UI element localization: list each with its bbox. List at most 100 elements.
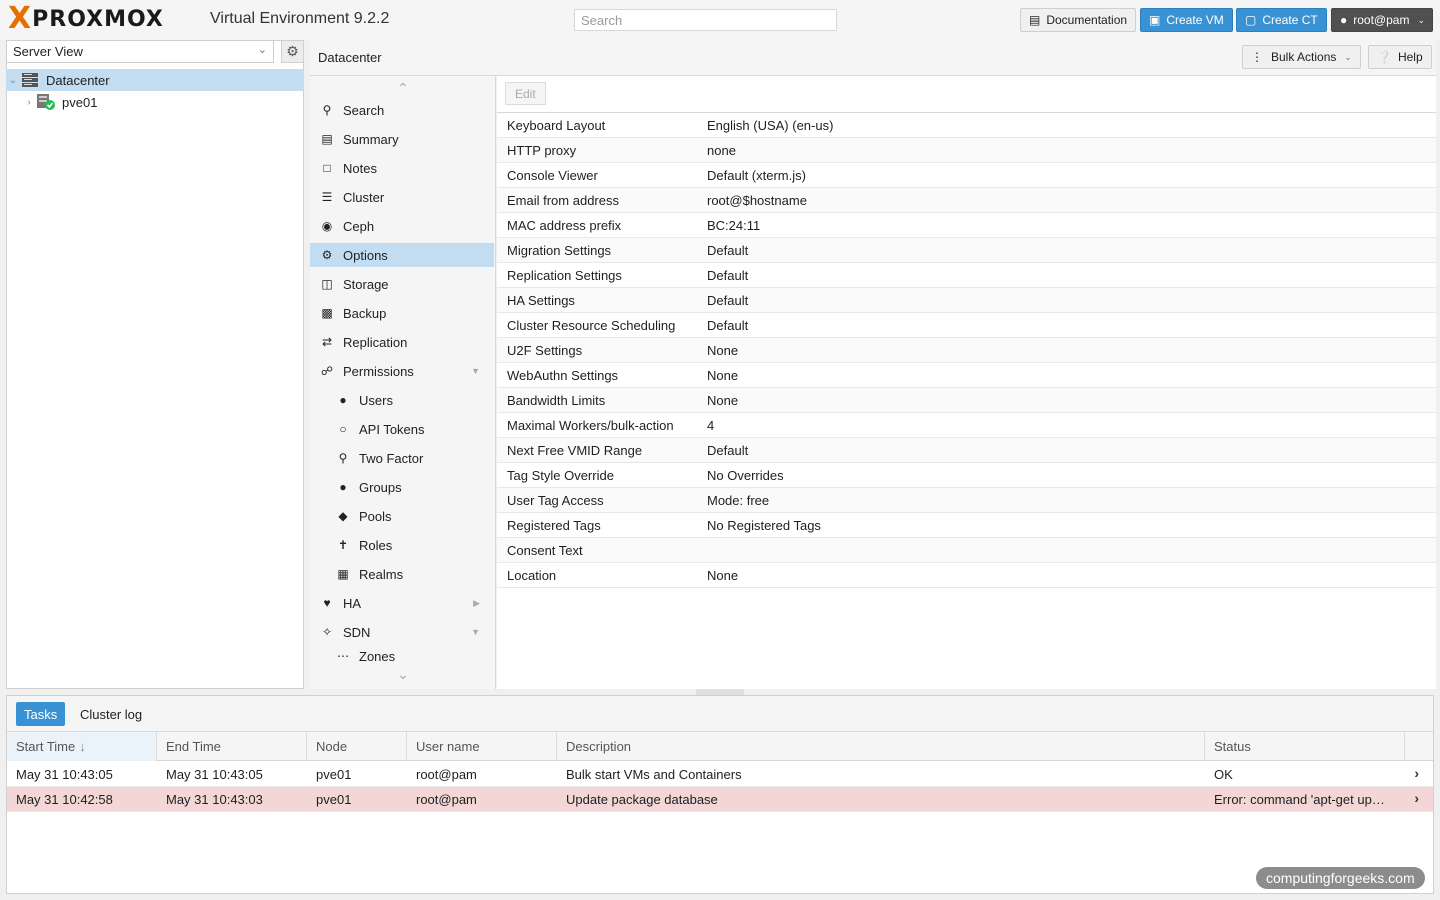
nav-item-options[interactable]: ⚙ Options [310,243,494,267]
nav-item-notes[interactable]: □ Notes [310,156,494,180]
options-row[interactable]: Replication Settings Default [497,263,1436,288]
nav-item-users[interactable]: ● Users [310,388,494,412]
options-row[interactable]: Email from address root@$hostname [497,188,1436,213]
options-panel: Edit Keyboard Layout English (USA) (en-us… [497,76,1436,689]
options-row[interactable]: U2F Settings None [497,338,1436,363]
option-value: None [707,342,739,358]
nav-item-storage[interactable]: ◫ Storage [310,272,494,296]
options-row[interactable]: User Tag Access Mode: free [497,488,1436,513]
option-key: HTTP proxy [507,142,577,158]
option-key: Consent Text [507,542,583,558]
task-cell-user: root@pam [416,767,477,782]
options-row[interactable]: Location None [497,563,1436,588]
option-key: Tag Style Override [507,467,614,483]
option-key: Keyboard Layout [507,117,606,133]
view-selector[interactable]: Server View ⌄ [6,40,274,63]
options-row[interactable]: Consent Text [497,538,1436,563]
tree-settings-button[interactable]: ⚙ [281,40,304,63]
resource-tree: ⌄ Datacenter › pve01 [6,69,304,113]
nav-item-ha[interactable]: ♥ HA ▶ [310,591,494,615]
user-icon: ● [339,393,347,407]
option-key: Maximal Workers/bulk-action [507,417,674,433]
tasks-tab-bar: Tasks Cluster log [7,696,1433,731]
task-cell-status: OK [1214,767,1233,782]
create-ct-button[interactable]: ▢ Create CT [1236,8,1327,32]
option-key: Console Viewer [507,167,598,183]
retweet-icon: ⇄ [321,335,333,349]
option-value: Default [707,267,749,283]
option-value: None [707,392,739,408]
option-value: None [707,567,739,583]
scroll-up-icon[interactable]: ⌃ [310,80,495,97]
nav-item-roles[interactable]: ✝ Roles [310,533,494,557]
nav-item-replication[interactable]: ⇄ Replication [310,330,494,354]
task-cell-description: Bulk start VMs and Containers [566,767,742,782]
chevron-right-icon[interactable]: › [1414,790,1419,806]
user-icon: ● [1340,13,1348,27]
nav-item-search[interactable]: ⚲ Search [310,98,494,122]
options-row[interactable]: MAC address prefix BC:24:11 [497,213,1436,238]
column-status[interactable]: Status [1205,732,1405,761]
option-key: Replication Settings [507,267,622,283]
tree-item-datacenter[interactable]: ⌄ Datacenter [6,69,304,91]
scroll-down-icon[interactable]: ⌄ [310,666,495,689]
help-button[interactable]: ❔ Help [1368,45,1432,69]
tasks-grid-header: Start Time ↓ End Time Node User name Desc… [7,731,1433,761]
proxmox-logo: X PROXMOX [8,1,164,36]
nav-item-sdn[interactable]: ✧ SDN ▼ [310,620,494,644]
column-user-name[interactable]: User name [407,732,557,761]
options-row[interactable]: Keyboard Layout English (USA) (en-us) [497,113,1436,138]
option-value: No Registered Tags [707,517,821,533]
options-row[interactable]: Tag Style Override No Overrides [497,463,1436,488]
column-end-time[interactable]: End Time [157,732,307,761]
task-cell-start: May 31 10:43:05 [16,767,113,782]
column-description[interactable]: Description [557,732,1205,761]
nav-item-summary[interactable]: ▤ Summary [310,127,494,151]
task-row[interactable]: May 31 10:42:58 May 31 10:43:03 pve01 root@… [7,787,1433,812]
nav-item-ceph[interactable]: ◉ Ceph [310,214,494,238]
nav-item-permissions[interactable]: ☍ Permissions ▼ [310,359,494,383]
column-start-time[interactable]: Start Time ↓ [7,732,157,761]
product-version: Virtual Environment 9.2.2 [210,10,390,27]
bulk-actions-button[interactable]: ⋮ Bulk Actions ⌄ [1242,45,1361,69]
options-row[interactable]: HA Settings Default [497,288,1436,313]
address-book-icon: ▦ [337,567,349,581]
nav-item-two-factor[interactable]: ⚲ Two Factor [310,446,494,470]
create-vm-button[interactable]: ▣ Create VM [1140,8,1233,32]
option-value: Default [707,292,749,308]
user-menu-button[interactable]: ● root@pam ⌄ [1331,8,1433,32]
task-cell-status: Error: command 'apt-get up… [1214,792,1385,807]
nav-item-cluster[interactable]: ☰ Cluster [310,185,494,209]
tab-tasks[interactable]: Tasks [16,702,66,726]
search-input[interactable]: Search [574,9,837,31]
nav-item-realms[interactable]: ▦ Realms [310,562,494,586]
users-icon: ● [339,480,347,494]
options-row[interactable]: HTTP proxy none [497,138,1436,163]
book-icon: ▤ [1029,13,1041,27]
options-row[interactable]: Maximal Workers/bulk-action 4 [497,413,1436,438]
options-row[interactable]: Next Free VMID Range Default [497,438,1436,463]
nav-item-backup[interactable]: ▩ Backup [310,301,494,325]
nav-item-groups[interactable]: ● Groups [310,475,494,499]
nav-item-api-tokens[interactable]: ○ API Tokens [310,417,494,441]
chevron-right-icon[interactable]: › [22,97,36,108]
options-row[interactable]: WebAuthn Settings None [497,363,1436,388]
nav-item-pools[interactable]: ◆ Pools [310,504,494,528]
tab-cluster-log[interactable]: Cluster log [72,702,150,726]
option-value: root@$hostname [707,192,807,208]
chevron-down-icon[interactable]: ⌄ [6,75,20,86]
tags-icon: ◆ [338,509,348,523]
chevron-right-icon[interactable]: › [1414,765,1419,781]
options-row[interactable]: Registered Tags No Registered Tags [497,513,1436,538]
nav-item-zones[interactable]: ⋯ Zones [310,649,494,663]
tree-item-pve01[interactable]: › pve01 [6,91,304,113]
task-row[interactable]: May 31 10:43:05 May 31 10:43:05 pve01 root@… [7,762,1433,787]
options-row[interactable]: Migration Settings Default [497,238,1436,263]
edit-button[interactable]: Edit [505,82,546,105]
options-row[interactable]: Console Viewer Default (xterm.js) [497,163,1436,188]
options-row[interactable]: Cluster Resource Scheduling Default [497,313,1436,338]
column-node[interactable]: Node [307,732,407,761]
option-key: Next Free VMID Range [507,442,643,458]
options-row[interactable]: Bandwidth Limits None [497,388,1436,413]
documentation-button[interactable]: ▤ Documentation [1020,8,1137,32]
